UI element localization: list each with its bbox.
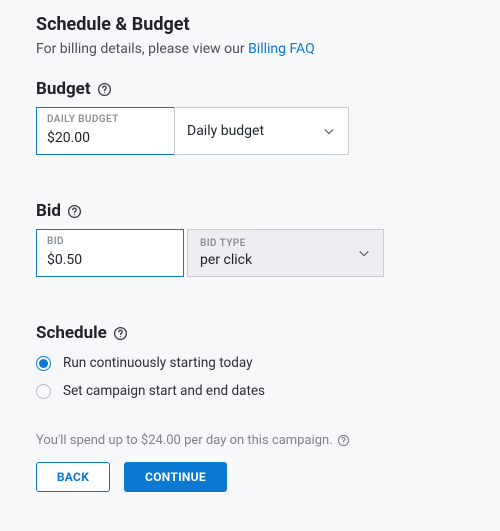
bid-type-value: per click [200,252,371,268]
page-title: Schedule & Budget [36,14,464,35]
budget-heading: Budget [36,79,464,99]
radio-button[interactable] [36,384,51,399]
help-icon[interactable] [97,82,112,97]
help-icon[interactable] [67,204,82,219]
schedule-option-continuous[interactable]: Run continuously starting today [36,355,464,371]
spend-note: You'll spend up to $24.00 per day on thi… [36,433,464,448]
help-icon[interactable] [113,326,128,341]
daily-budget-input[interactable] [47,130,164,146]
spend-note-text: You'll spend up to $24.00 per day on thi… [36,433,333,448]
radio-label: Set campaign start and end dates [63,383,265,399]
daily-budget-field[interactable]: DAILY BUDGET [36,107,174,155]
back-button[interactable]: BACK [36,462,110,492]
bid-heading-text: Bid [36,201,61,221]
chevron-down-icon [357,246,371,260]
schedule-option-dates[interactable]: Set campaign start and end dates [36,383,464,399]
bid-type-label: BID TYPE [200,238,371,249]
help-icon[interactable] [337,434,350,447]
schedule-heading: Schedule [36,323,464,343]
billing-details-line: For billing details, please view our Bil… [36,41,464,57]
budget-type-value: Daily budget [187,123,264,139]
budget-type-select[interactable]: Daily budget [174,107,349,155]
bid-type-select: BID TYPE per click [187,229,384,277]
budget-heading-text: Budget [36,79,91,99]
billing-prefix: For billing details, please view our [36,41,248,57]
radio-label: Run continuously starting today [63,355,252,371]
continue-button[interactable]: CONTINUE [124,462,227,492]
chevron-down-icon [322,124,336,138]
bid-field[interactable]: BID [36,229,184,277]
schedule-heading-text: Schedule [36,323,107,343]
billing-faq-link[interactable]: Billing FAQ [248,41,315,57]
bid-input[interactable] [47,252,173,268]
bid-label: BID [47,236,173,247]
bid-heading: Bid [36,201,464,221]
daily-budget-label: DAILY BUDGET [47,114,164,125]
radio-button[interactable] [36,356,51,371]
